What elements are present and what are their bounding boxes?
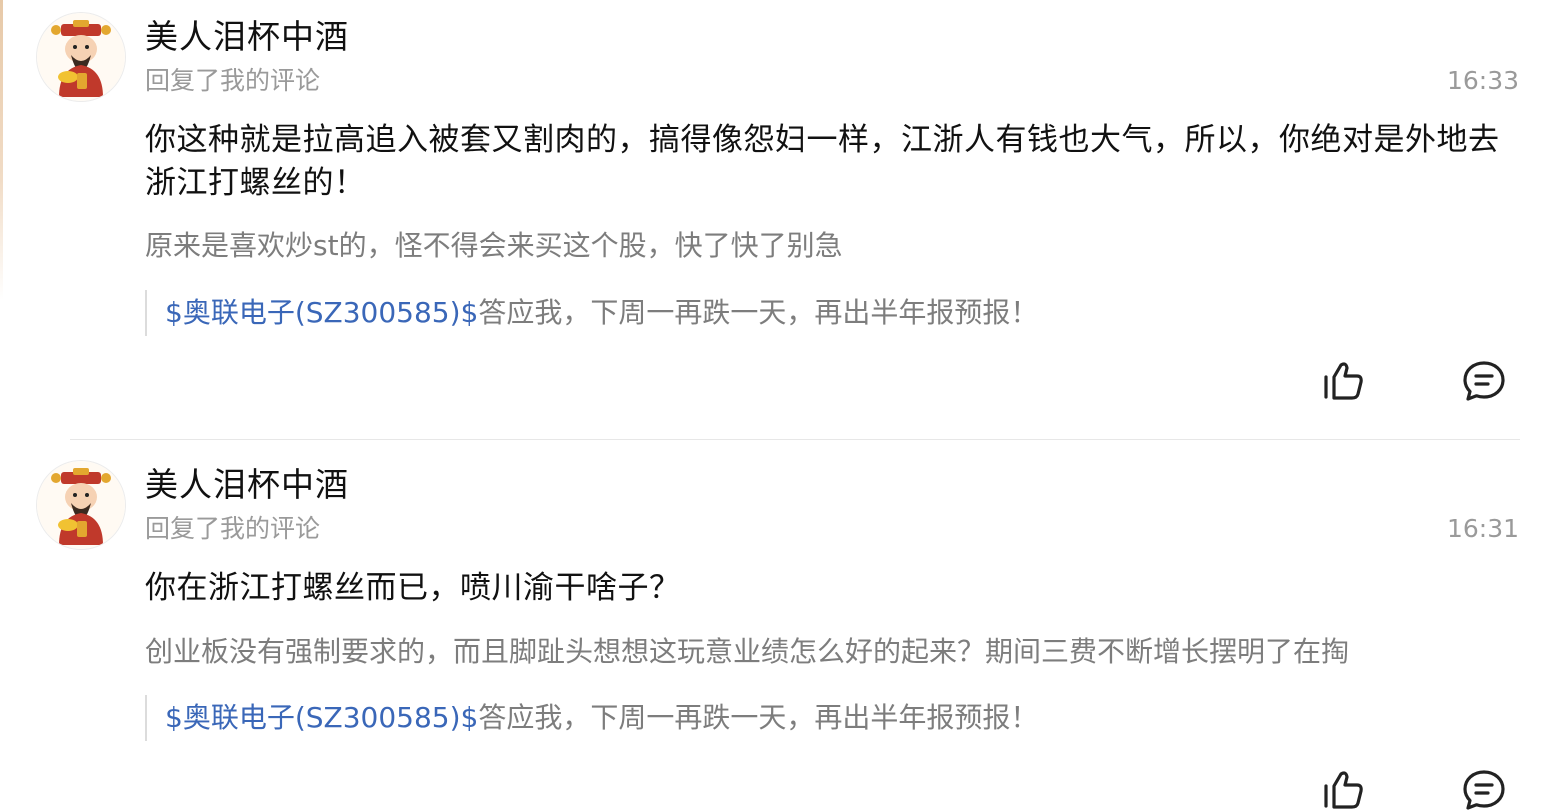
comment-button[interactable] <box>1460 357 1508 405</box>
comment-icon <box>1463 361 1505 401</box>
author-name[interactable]: 美人泪杯中酒 <box>145 462 349 508</box>
reply-text[interactable]: 你在浙江打螺丝而已，喷川渝干啥子？ <box>145 567 1520 610</box>
author-name[interactable]: 美人泪杯中酒 <box>145 14 349 60</box>
notification-action-text: 回复了我的评论 <box>145 66 321 95</box>
reply-text[interactable]: 你这种就是拉高追入被套又割肉的，搞得像怨妇一样，江浙人有钱也大气，所以，你绝对是… <box>145 119 1520 205</box>
source-post-text: 答应我，下周一再跌一天，再出半年报预报！ <box>478 701 1039 734</box>
notification-card[interactable]: 美人泪杯中酒 回复了我的评论 16:31 你在浙江打螺丝而已，喷川渝干啥子？ 创… <box>0 448 1553 811</box>
fortune-god-avatar-icon <box>37 13 125 101</box>
comment-icon <box>1463 770 1505 810</box>
timestamp: 16:31 <box>1446 514 1519 543</box>
thumbs-up-icon <box>1324 362 1363 400</box>
quoted-comment[interactable]: 创业板没有强制要求的，而且脚趾头想想这玩意业绩怎么好的起来？期间三费不断增长摆明… <box>145 632 1520 672</box>
stock-link[interactable]: $奥联电子(SZ300585)$ <box>165 701 478 734</box>
notification-card[interactable]: 美人泪杯中酒 回复了我的评论 16:33 你这种就是拉高追入被套又割肉的，搞得像… <box>0 0 1553 440</box>
fortune-god-avatar-icon <box>37 461 125 549</box>
thumbs-up-icon <box>1324 771 1363 809</box>
source-post[interactable]: $奥联电子(SZ300585)$答应我，下周一再跌一天，再出半年报预报！ <box>145 290 1038 336</box>
notification-action-text: 回复了我的评论 <box>145 514 321 543</box>
avatar[interactable] <box>36 460 126 550</box>
stock-link[interactable]: $奥联电子(SZ300585)$ <box>165 296 478 329</box>
like-button[interactable] <box>1320 357 1368 405</box>
timestamp: 16:33 <box>1446 66 1519 95</box>
divider <box>70 439 1520 440</box>
like-button[interactable] <box>1320 766 1368 811</box>
quoted-comment[interactable]: 原来是喜欢炒st的，怪不得会来买这个股，快了快了别急 <box>145 226 1520 266</box>
source-post-text: 答应我，下周一再跌一天，再出半年报预报！ <box>478 296 1039 329</box>
source-post[interactable]: $奥联电子(SZ300585)$答应我，下周一再跌一天，再出半年报预报！ <box>145 695 1038 741</box>
comment-button[interactable] <box>1460 766 1508 811</box>
avatar[interactable] <box>36 12 126 102</box>
notifications-page: 美人泪杯中酒 回复了我的评论 16:33 你这种就是拉高追入被套又割肉的，搞得像… <box>0 0 1553 811</box>
